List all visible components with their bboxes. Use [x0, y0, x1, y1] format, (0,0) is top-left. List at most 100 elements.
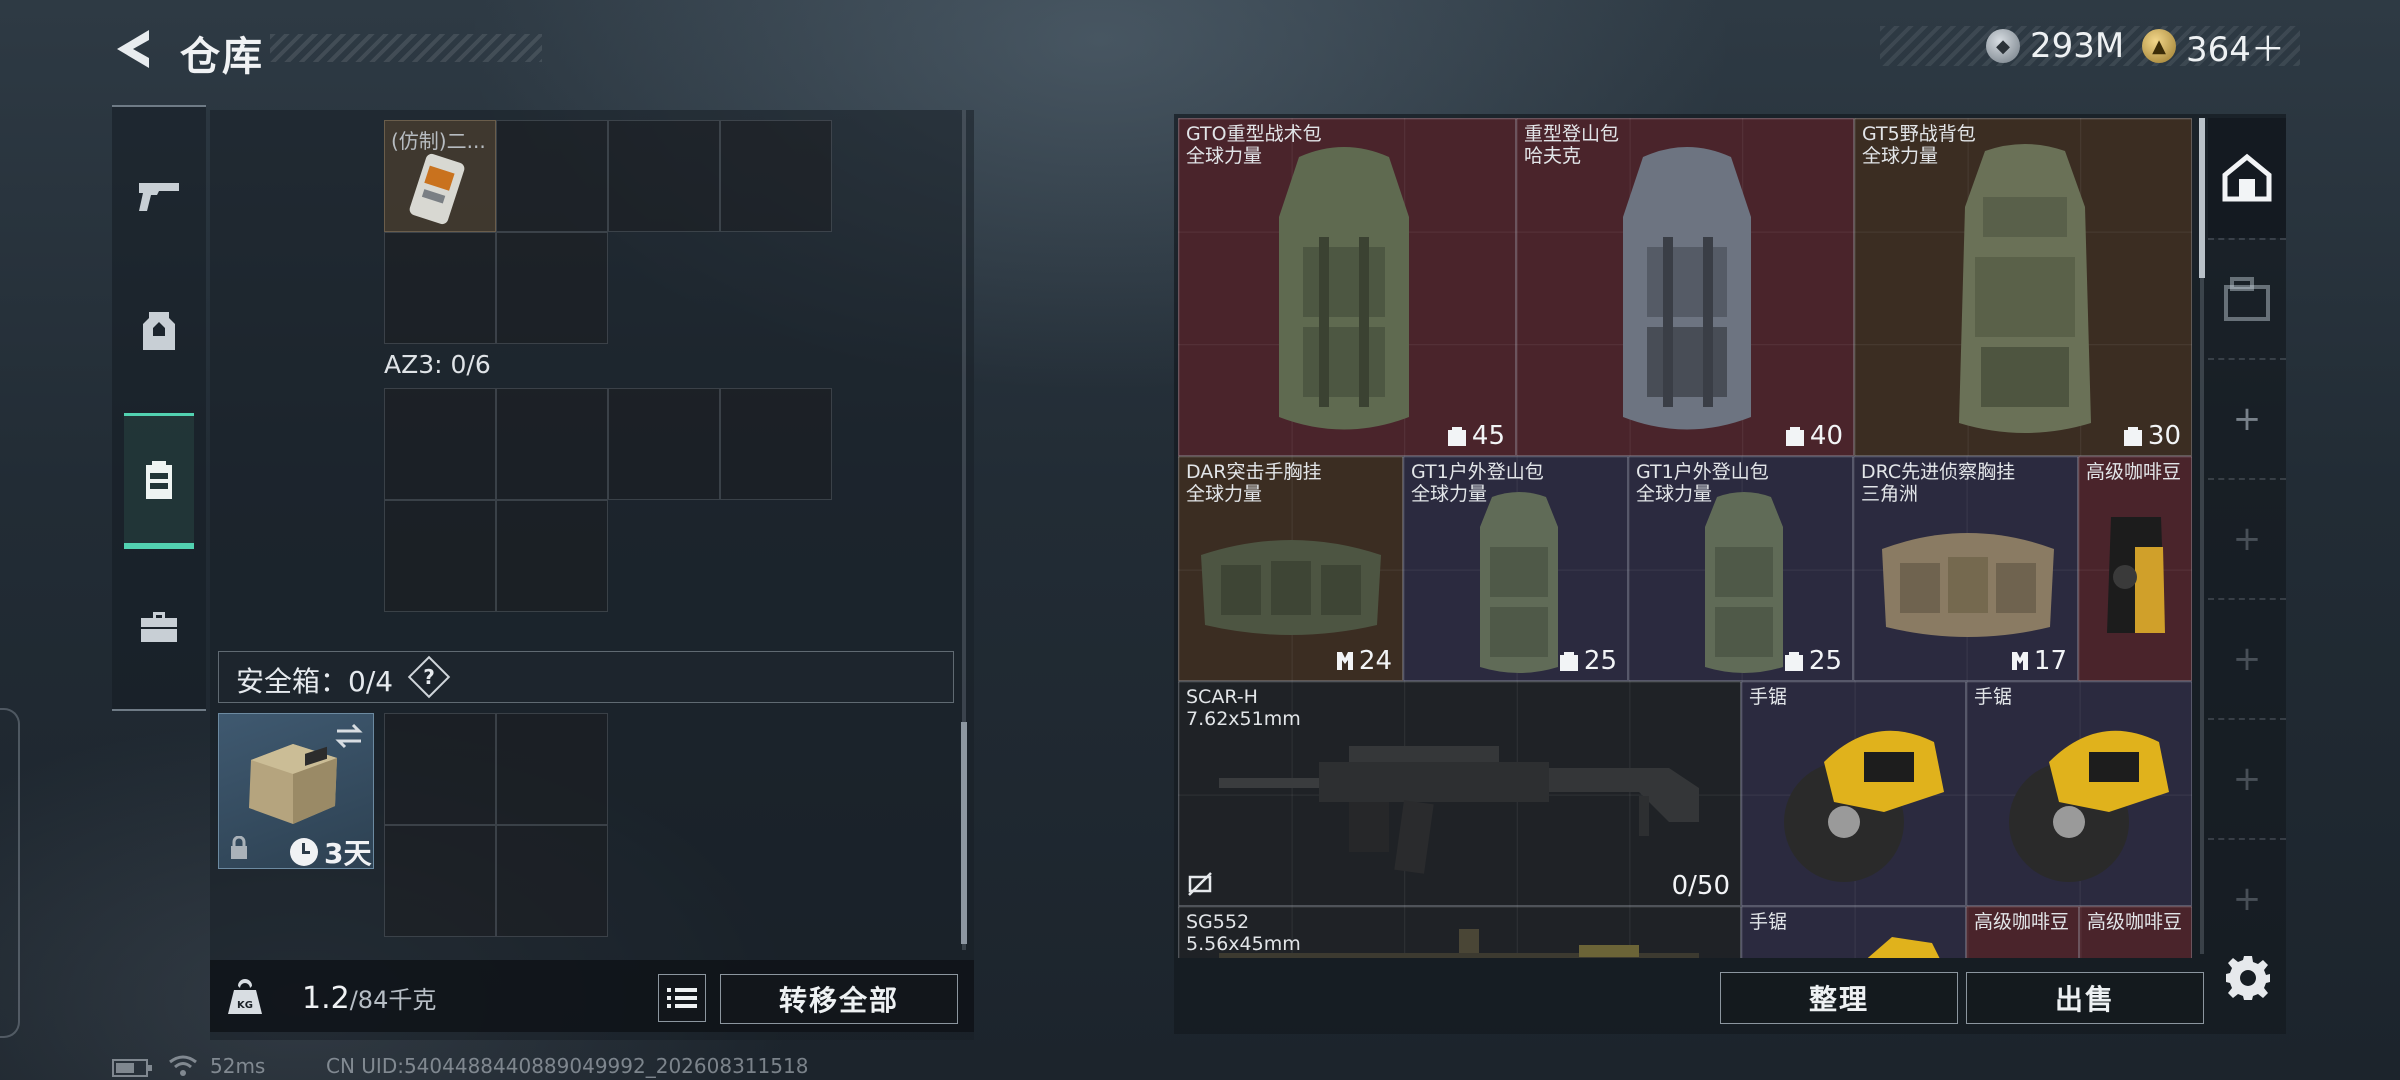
grid-slot[interactable] — [384, 713, 496, 825]
backpack-image — [1623, 147, 1751, 430]
category-rail — [112, 105, 206, 711]
sell-button[interactable]: 出售 — [1966, 972, 2204, 1024]
gold-coin-icon: ▲ — [2142, 29, 2176, 63]
stash-item[interactable]: 手锯 — [1741, 681, 1966, 906]
tab-armor[interactable] — [112, 263, 206, 399]
swap-icon[interactable] — [333, 722, 365, 750]
grid-slot[interactable] — [608, 388, 720, 500]
svg-text:KG: KG — [237, 1000, 253, 1011]
grid-slot[interactable] — [496, 825, 608, 937]
sort-button[interactable]: 整理 — [1720, 972, 1958, 1024]
stash-tab-extra[interactable] — [2208, 238, 2286, 358]
briefcase-icon — [141, 612, 177, 642]
grid-slot[interactable] — [496, 500, 608, 612]
stash-item[interactable]: GTO重型战术包 全球力量 45 — [1178, 118, 1516, 456]
stash-item[interactable]: 手锯 — [1966, 681, 2192, 906]
safebox-icon — [249, 744, 337, 824]
stash-tab-rail: + + + + + — [2208, 118, 2286, 958]
back-arrow-icon — [117, 30, 149, 68]
left-scroll-thumb[interactable] — [961, 722, 967, 944]
help-mark: ? — [423, 665, 435, 689]
clock-icon — [290, 838, 318, 866]
page-title: 仓库 — [180, 34, 264, 80]
stash-item[interactable]: 重型登山包 哈夫克 40 — [1516, 118, 1854, 456]
transfer-all-button[interactable]: 转移全部 — [720, 974, 958, 1024]
stash-item[interactable]: GT1户外登山包 全球力量 25 — [1628, 456, 1853, 681]
stash-scroll-thumb[interactable] — [2199, 118, 2205, 278]
add-stash-tab[interactable]: + — [2208, 478, 2286, 598]
backpack-image — [1959, 144, 2091, 433]
add-stash-tab[interactable]: + — [2208, 598, 2286, 718]
pistol-icon — [139, 183, 179, 211]
grid-slot[interactable] — [496, 120, 608, 232]
stash-grid: GTO重型战术包 全球力量 45 重型登山包 哈夫克 40 GT5野战背包 全球力量 — [1178, 118, 2192, 958]
gold-currency[interactable]: ▲ 364＋ — [2142, 26, 2285, 70]
grid-slot[interactable] — [384, 500, 496, 612]
list-icon — [667, 988, 697, 1008]
add-stash-tab[interactable]: + — [2208, 358, 2286, 478]
stash-item[interactable]: SG552 5.56x45mm — [1178, 906, 1741, 958]
battery-icon — [112, 1059, 152, 1077]
stash-item[interactable]: 高级咖啡豆 — [2078, 456, 2192, 681]
plus-icon: + — [2232, 519, 2262, 559]
stash-item[interactable]: DRC先进侦察胸挂 三角洲 17 — [1853, 456, 2078, 681]
stash-item[interactable]: GT5野战背包 全球力量 30 — [1854, 118, 2192, 456]
backpack-capacity-icon — [1559, 652, 1578, 671]
chest-rig-image — [1882, 533, 2054, 637]
silver-currency[interactable]: ◆ 293M — [1986, 26, 2124, 66]
add-stash-tab[interactable]: + — [2208, 718, 2286, 838]
plus-icon: + — [2232, 399, 2262, 439]
tab-weapons[interactable] — [112, 127, 206, 263]
capacity-badge: 40 — [1784, 421, 1843, 451]
grid-slot[interactable] — [720, 388, 832, 500]
backpack-icon — [146, 460, 172, 499]
stash-item[interactable]: DAR突击手胸挂 全球力量 24 — [1178, 456, 1403, 681]
grid-slot[interactable] — [496, 232, 608, 344]
list-view-button[interactable] — [658, 974, 706, 1022]
stash-item[interactable]: GT1户外登山包 全球力量 25 — [1403, 456, 1628, 681]
stash-item[interactable]: 高级咖啡豆 — [1966, 906, 2079, 958]
stash-tab-home[interactable] — [2208, 118, 2286, 238]
backpack-capacity-icon — [2123, 427, 2142, 446]
grid-slot[interactable] — [608, 120, 720, 232]
grid-slot[interactable] — [384, 825, 496, 937]
ammo-count: 0/50 — [1671, 871, 1730, 901]
tab-backpacks[interactable] — [124, 413, 194, 549]
silver-coin-icon: ◆ — [1986, 29, 2020, 63]
chest-rig-capacity-icon — [2011, 652, 2028, 670]
ping-readout: 52ms — [210, 1054, 266, 1078]
tab-containers[interactable] — [112, 559, 206, 695]
capacity-badge: 30 — [2122, 421, 2181, 451]
plus-icon: + — [2232, 879, 2262, 919]
stash-icon — [2224, 277, 2270, 321]
side-drawer-handle[interactable] — [0, 708, 20, 1038]
lock-icon — [231, 836, 247, 859]
grid-slot[interactable] — [720, 120, 832, 232]
gear-icon[interactable] — [2224, 954, 2272, 1002]
back-button[interactable] — [112, 26, 154, 72]
grid-slot[interactable] — [384, 232, 496, 344]
capacity-badge: 17 — [2010, 646, 2067, 676]
stash-item[interactable]: 高级咖啡豆 — [2079, 906, 2192, 958]
safebox-grid — [384, 713, 608, 937]
container-grid-az3 — [384, 388, 832, 612]
weight-readout: 1.2/84千克 — [302, 980, 436, 1016]
circular-saw-image — [1867, 937, 1940, 958]
item-slot[interactable]: (仿制)二... — [384, 120, 496, 232]
plus-icon: + — [2232, 639, 2262, 679]
safebox-label: 安全箱：0/4 — [236, 665, 394, 698]
grid-slot[interactable] — [496, 713, 608, 825]
stash-item[interactable]: 手锯 — [1741, 906, 1966, 958]
backpack-image — [1480, 492, 1558, 673]
capacity-badge: 25 — [1558, 646, 1617, 676]
stash-item[interactable]: SCAR-H 7.62x51mm 0/50 — [1178, 681, 1741, 906]
backpack-image — [1279, 147, 1409, 430]
add-stash-tab[interactable]: + — [2208, 838, 2286, 958]
rifle-image — [1219, 746, 1699, 874]
timer-text: 3天 — [324, 837, 372, 870]
backpack-capacity-icon — [1447, 427, 1466, 446]
grid-slot[interactable] — [496, 388, 608, 500]
backpack-image — [1705, 492, 1783, 673]
silver-amount: 293M — [2030, 26, 2125, 66]
grid-slot[interactable] — [384, 388, 496, 500]
